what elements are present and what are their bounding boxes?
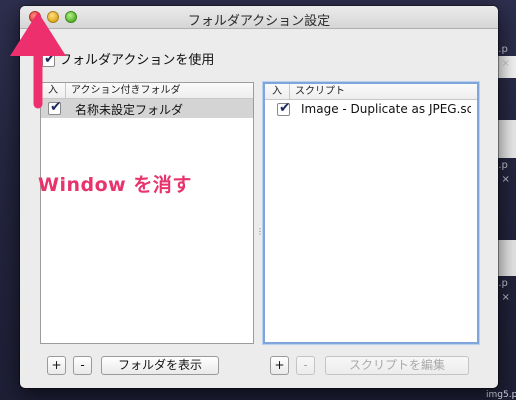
show-folder-button[interactable]: フォルダを表示 bbox=[101, 356, 219, 375]
scripts-col-name[interactable]: スクリプト bbox=[295, 84, 345, 99]
checkmark-icon: ✔ bbox=[279, 100, 291, 116]
script-row-checkbox[interactable]: ✔ bbox=[277, 100, 291, 116]
folder-actions-window: フォルダアクション設定 ✔ フォルダアクションを使用 入 アクション付きフォルダ … bbox=[20, 6, 498, 388]
folders-col-enabled[interactable]: 入 bbox=[41, 83, 66, 98]
desktop-file-5[interactable]: img5.p bbox=[486, 390, 516, 400]
title-bar[interactable]: フォルダアクション設定 bbox=[20, 6, 498, 29]
remove-folder-button[interactable]: - bbox=[73, 356, 92, 375]
folder-row-checkbox[interactable]: ✔ bbox=[48, 99, 62, 115]
window-title: フォルダアクション設定 bbox=[187, 14, 331, 29]
add-script-button[interactable]: + bbox=[270, 356, 289, 375]
remove-script-button[interactable]: - bbox=[296, 356, 315, 375]
checkmark-icon: ✔ bbox=[50, 99, 62, 115]
split-handle[interactable]: ⋮ bbox=[256, 227, 264, 236]
folder-row[interactable]: ✔ 名称未設定フォルダ bbox=[41, 99, 253, 118]
enable-folder-actions-checkbox[interactable]: ✔ bbox=[42, 51, 56, 67]
scripts-table[interactable]: 入 スクリプト ✔ Image - Duplicate as JPEG.sc bbox=[263, 82, 479, 344]
scripts-col-enabled[interactable]: 入 bbox=[265, 84, 290, 99]
add-folder-button[interactable]: + bbox=[47, 356, 66, 375]
enable-folder-actions[interactable]: ✔ フォルダアクションを使用 bbox=[42, 49, 214, 68]
script-row-label: Image - Duplicate as JPEG.sc bbox=[301, 102, 471, 116]
folders-table-header: 入 アクション付きフォルダ bbox=[41, 83, 253, 99]
checkmark-icon: ✔ bbox=[44, 51, 56, 67]
edit-script-button[interactable]: スクリプトを編集 bbox=[325, 356, 469, 375]
folders-col-name[interactable]: アクション付きフォルダ bbox=[71, 83, 181, 98]
annotation-text: Window を消す bbox=[38, 174, 192, 196]
script-row[interactable]: ✔ Image - Duplicate as JPEG.sc bbox=[265, 100, 477, 119]
scripts-table-header: 入 スクリプト bbox=[265, 84, 477, 100]
enable-folder-actions-label: フォルダアクションを使用 bbox=[59, 53, 215, 68]
folders-table[interactable]: 入 アクション付きフォルダ ✔ 名称未設定フォルダ bbox=[40, 82, 254, 344]
folder-row-label: 名称未設定フォルダ bbox=[75, 103, 184, 117]
